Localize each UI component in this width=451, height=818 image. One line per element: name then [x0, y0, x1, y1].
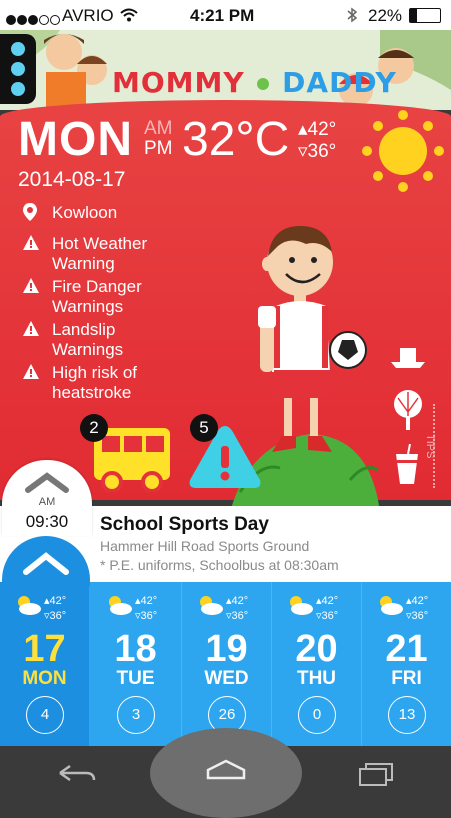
app-header-banner: MOMMY DADDY	[0, 30, 451, 110]
partly-cloudy-icon	[109, 596, 132, 615]
forecast-date: 18	[114, 628, 157, 670]
bluetooth-icon	[347, 7, 358, 23]
back-icon[interactable]	[56, 762, 96, 784]
chevron-up-icon[interactable]	[22, 550, 70, 576]
forecast-weekday: TUE	[116, 668, 155, 689]
home-icon[interactable]	[204, 758, 248, 782]
forecast-event-count: 0	[298, 696, 336, 734]
app-logo: MOMMY DADDY	[112, 66, 397, 99]
forecast-weekday: WED	[204, 668, 249, 689]
warning-icon	[23, 235, 39, 250]
warning-icon	[23, 321, 39, 336]
home-button[interactable]	[150, 728, 302, 818]
carrier-name: AVRIO	[62, 6, 114, 25]
location-name: Kowloon	[52, 203, 118, 222]
forecast-day[interactable]: ▴42° ▿36° 20 THU 0	[271, 582, 361, 746]
forecast-weekday: FRI	[391, 668, 422, 689]
battery-icon	[409, 8, 441, 23]
status-bar: AVRIO 4:21 PM 22%	[0, 0, 451, 30]
temperature-low: ▿36°	[298, 141, 337, 162]
android-nav-bar	[0, 728, 451, 818]
forecast-event-count: 4	[26, 696, 64, 734]
sun-icon	[362, 110, 444, 192]
am-label: AM	[144, 118, 173, 139]
forecast-weekday: THU	[296, 668, 337, 689]
battery-percent: 22%	[368, 6, 403, 25]
bus-count-badge: 2	[80, 414, 108, 442]
today-date: 2014-08-17	[18, 168, 126, 191]
forecast-event-count: 13	[388, 696, 426, 734]
chevron-up-icon[interactable]	[24, 470, 70, 494]
forecast-date: 21	[385, 628, 428, 670]
pm-label: PM	[144, 138, 173, 159]
fan-icon	[394, 390, 422, 430]
warning-icon	[23, 364, 39, 379]
temperature-high: ▴42°	[298, 119, 337, 140]
forecast-event-count: 3	[117, 696, 155, 734]
wifi-icon	[120, 8, 138, 22]
forecast-date: 19	[205, 628, 248, 670]
event-title: School Sports Day	[100, 514, 269, 535]
forecast-day[interactable]: ▴42° ▿36° 19 WED 26	[181, 582, 271, 746]
recent-apps-icon[interactable]	[356, 762, 396, 786]
warning-icon	[23, 278, 39, 293]
forecast-weekday: MON	[22, 668, 67, 689]
location-pin-icon	[23, 203, 37, 221]
menu-button[interactable]	[0, 34, 36, 104]
hat-icon	[391, 348, 425, 368]
signal-strength-icon	[6, 10, 61, 30]
forecast-strip: ▴42° ▿36° 17 MON 4 ▴42° ▿36° 18 TUE 3 ▴4…	[0, 582, 451, 746]
schedule-time-tab[interactable]: AM 09:30	[2, 460, 92, 536]
tips-label: TIPS	[424, 434, 436, 459]
clock: 4:21 PM	[190, 6, 255, 25]
forecast-day-today[interactable]: ▴42° ▿36° 17 MON 4	[0, 582, 89, 746]
forecast-day[interactable]: ▴42° ▿36° 21 FRI 13	[361, 582, 451, 746]
forecast-date: 20	[295, 628, 338, 670]
event-time: 09:30	[25, 512, 69, 531]
forecast-date: 17	[23, 628, 66, 670]
event-location: Hammer Hill Road Sports Ground	[100, 538, 310, 554]
partly-cloudy-icon	[200, 596, 223, 615]
drink-cup-icon	[396, 444, 418, 484]
partly-cloudy-icon	[380, 596, 403, 615]
partly-cloudy-icon	[290, 596, 313, 615]
alert-count-badge: 5	[190, 414, 218, 442]
forecast-day[interactable]: ▴42° ▿36° 18 TUE 3	[91, 582, 180, 746]
time-period: AM	[38, 496, 56, 508]
current-temperature: 32°C	[182, 113, 290, 166]
today-day: MON	[18, 113, 133, 166]
event-note: * P.E. uniforms, Schoolbus at 08:30am	[100, 557, 339, 573]
partly-cloudy-icon	[18, 596, 41, 615]
